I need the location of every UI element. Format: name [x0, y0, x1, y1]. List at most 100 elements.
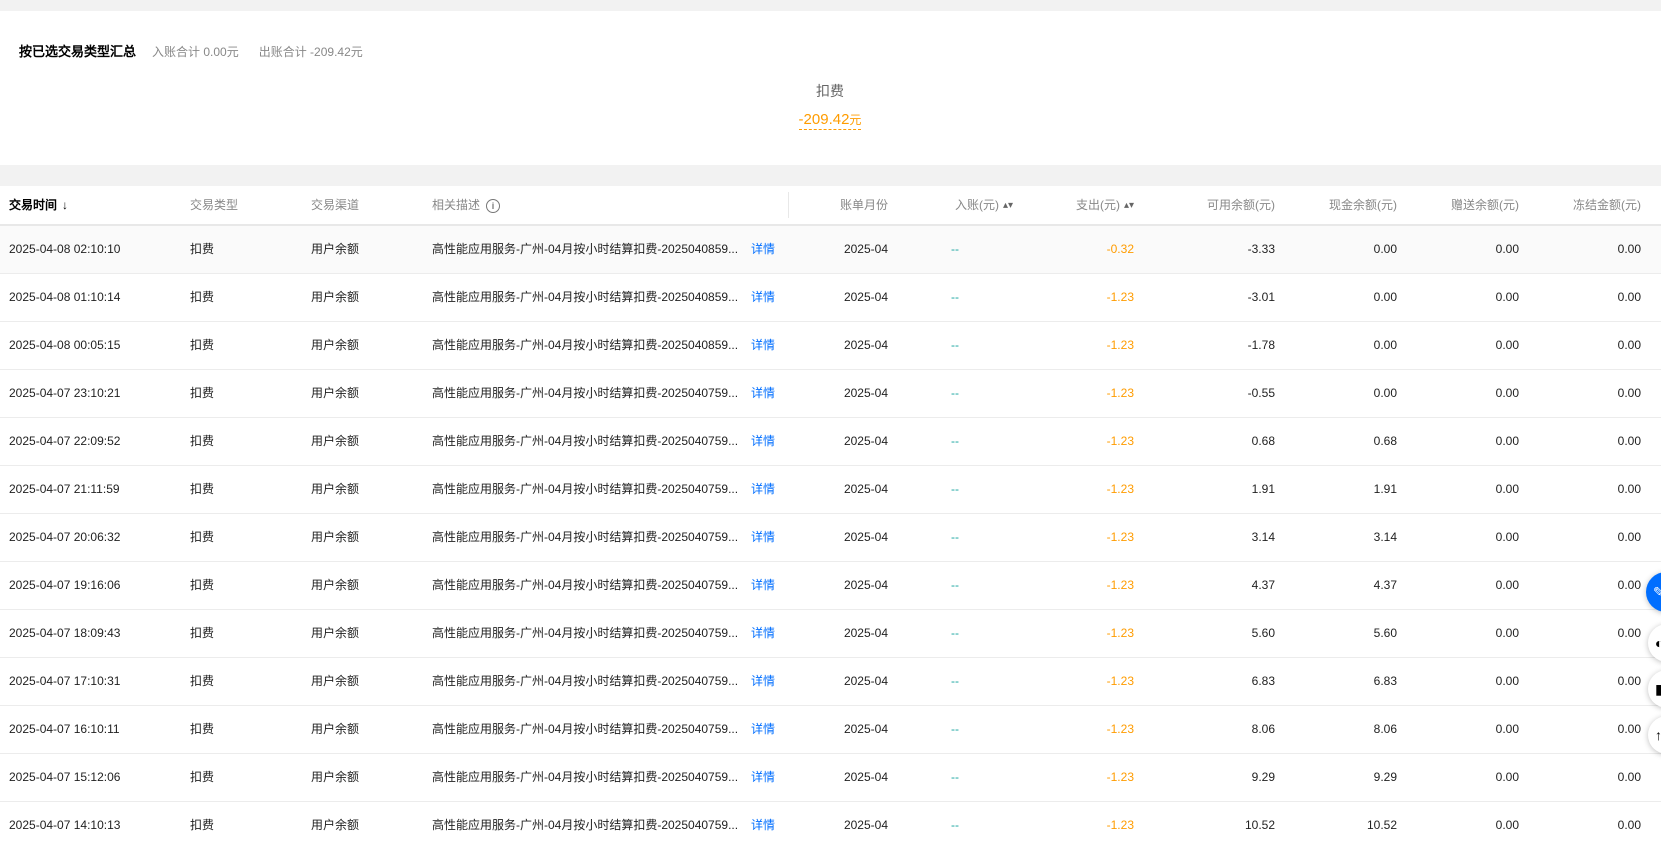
- cell-type: 扣费: [190, 770, 215, 784]
- cell-available: -3.01: [1247, 290, 1275, 304]
- column-header-time[interactable]: 交易时间 ↓: [9, 186, 68, 224]
- cell-income: --: [951, 530, 959, 544]
- table-row: 2025-04-07 17:10:31 扣费 用户余额 高性能应用服务-广州-04月按…: [0, 658, 1661, 706]
- summary-card-unit: 元: [849, 113, 862, 127]
- cell-expense: -1.23: [1106, 626, 1134, 640]
- summary-title: 按已选交易类型汇总: [19, 44, 137, 59]
- cell-desc: 高性能应用服务-广州-04月按小时结算扣费-2025040759...: [432, 434, 739, 448]
- detail-link[interactable]: 详情: [751, 418, 781, 465]
- cell-type: 扣费: [190, 290, 215, 304]
- cell-available: 10.52: [1244, 818, 1275, 832]
- cell-type: 扣费: [190, 482, 215, 496]
- detail-link[interactable]: 详情: [751, 466, 781, 513]
- cell-expense: -1.23: [1106, 434, 1134, 448]
- transactions-table: 交易时间 ↓ 交易类型 交易渠道 相关描述 i 账单月份 入账(元) ▴▾ 支出(元)…: [0, 186, 1661, 841]
- summary-card-deduction: 扣费 -209.42元: [730, 81, 930, 130]
- cell-desc: 高性能应用服务-广州-04月按小时结算扣费-2025040759...: [432, 482, 739, 496]
- detail-link[interactable]: 详情: [751, 514, 781, 561]
- cell-gift: 0.00: [1495, 626, 1519, 640]
- cell-income: --: [951, 482, 959, 496]
- cell-type: 扣费: [190, 722, 215, 736]
- cell-income: --: [951, 770, 959, 784]
- cell-desc: 高性能应用服务-广州-04月按小时结算扣费-2025040859...: [432, 290, 739, 304]
- cell-gift: 0.00: [1495, 770, 1519, 784]
- cell-time: 2025-04-07 16:10:11: [9, 722, 120, 736]
- cell-cash: 0.00: [1373, 290, 1397, 304]
- cell-month: 2025-04: [843, 722, 888, 736]
- cell-cash: 6.83: [1373, 674, 1397, 688]
- cell-expense: -1.23: [1106, 674, 1134, 688]
- cell-frozen: 0.00: [1617, 242, 1641, 256]
- cell-month: 2025-04: [843, 674, 888, 688]
- cell-gift: 0.00: [1495, 338, 1519, 352]
- cell-cash: 8.06: [1373, 722, 1397, 736]
- table-header: 交易时间 ↓ 交易类型 交易渠道 相关描述 i 账单月份 入账(元) ▴▾ 支出(元)…: [0, 186, 1661, 226]
- cell-frozen: 0.00: [1617, 530, 1641, 544]
- column-header-gift: 赠送余额(元): [1451, 198, 1519, 212]
- cell-month: 2025-04: [843, 338, 888, 352]
- detail-link[interactable]: 详情: [751, 706, 781, 753]
- detail-link[interactable]: 详情: [751, 274, 781, 321]
- cell-type: 扣费: [190, 434, 215, 448]
- arrow-down-icon[interactable]: ↓: [62, 186, 68, 224]
- detail-link[interactable]: 详情: [751, 658, 781, 705]
- info-icon[interactable]: i: [486, 198, 501, 213]
- sort-icon[interactable]: ▴▾: [1003, 187, 1013, 225]
- summary-income-total: 入账合计 0.00元: [152, 45, 239, 59]
- cell-frozen: 0.00: [1617, 290, 1641, 304]
- cell-available: 1.91: [1251, 482, 1275, 496]
- detail-link[interactable]: 详情: [751, 226, 781, 273]
- cell-month: 2025-04: [843, 818, 888, 832]
- cell-time: 2025-04-07 23:10:21: [9, 386, 121, 400]
- table-row: 2025-04-07 15:12:06 扣费 用户余额 高性能应用服务-广州-04月按…: [0, 754, 1661, 802]
- cell-channel: 用户余额: [311, 674, 360, 688]
- cell-type: 扣费: [190, 242, 215, 256]
- cell-time: 2025-04-07 19:16:06: [9, 578, 121, 592]
- cell-time: 2025-04-07 20:06:32: [9, 530, 121, 544]
- cell-channel: 用户余额: [311, 626, 360, 640]
- cell-frozen: 0.00: [1617, 626, 1641, 640]
- detail-link[interactable]: 详情: [751, 610, 781, 657]
- cell-frozen: 0.00: [1617, 818, 1641, 832]
- column-label-time: 交易时间: [9, 198, 58, 212]
- table-row: 2025-04-07 16:10:11 扣费 用户余额 高性能应用服务-广州-04月按…: [0, 706, 1661, 754]
- cell-gift: 0.00: [1495, 530, 1519, 544]
- cell-frozen: 0.00: [1617, 578, 1641, 592]
- column-header-month: 账单月份: [839, 198, 888, 212]
- detail-link[interactable]: 详情: [751, 370, 781, 417]
- column-label-desc: 相关描述: [432, 198, 481, 212]
- detail-link[interactable]: 详情: [751, 754, 781, 801]
- cell-cash: 1.91: [1373, 482, 1397, 496]
- cell-frozen: 0.00: [1617, 770, 1641, 784]
- detail-link[interactable]: 详情: [751, 562, 781, 609]
- cell-channel: 用户余额: [311, 434, 360, 448]
- cell-channel: 用户余额: [311, 530, 360, 544]
- cell-desc: 高性能应用服务-广州-04月按小时结算扣费-2025040759...: [432, 818, 739, 832]
- column-divider: [788, 192, 789, 218]
- cell-income: --: [951, 626, 959, 640]
- cell-time: 2025-04-08 02:10:10: [9, 242, 121, 256]
- cell-available: 3.14: [1251, 530, 1275, 544]
- cell-time: 2025-04-07 21:11:59: [9, 482, 120, 496]
- cell-expense: -1.23: [1106, 818, 1134, 832]
- column-header-expense[interactable]: 支出(元) ▴▾: [1020, 186, 1134, 224]
- cell-month: 2025-04: [843, 626, 888, 640]
- cell-gift: 0.00: [1495, 722, 1519, 736]
- cell-gift: 0.00: [1495, 818, 1519, 832]
- cell-frozen: 0.00: [1617, 674, 1641, 688]
- summary-expense-total: 出账合计 -209.42元: [258, 45, 363, 59]
- cell-frozen: 0.00: [1617, 386, 1641, 400]
- table-row: 2025-04-08 02:10:10 扣费 用户余额 高性能应用服务-广州-04月按…: [0, 226, 1661, 274]
- column-label-income: 入账(元): [954, 198, 999, 212]
- column-header-desc: 相关描述 i: [432, 186, 501, 224]
- cell-income: --: [951, 434, 959, 448]
- cell-channel: 用户余额: [311, 242, 360, 256]
- column-header-income[interactable]: 入账(元) ▴▾: [900, 186, 1013, 224]
- cell-cash: 0.00: [1373, 386, 1397, 400]
- detail-link[interactable]: 详情: [751, 802, 781, 841]
- cell-month: 2025-04: [843, 434, 888, 448]
- cell-type: 扣费: [190, 818, 215, 832]
- summary-card-amount[interactable]: -209.42元: [798, 111, 862, 130]
- sort-icon[interactable]: ▴▾: [1124, 187, 1134, 225]
- detail-link[interactable]: 详情: [751, 322, 781, 369]
